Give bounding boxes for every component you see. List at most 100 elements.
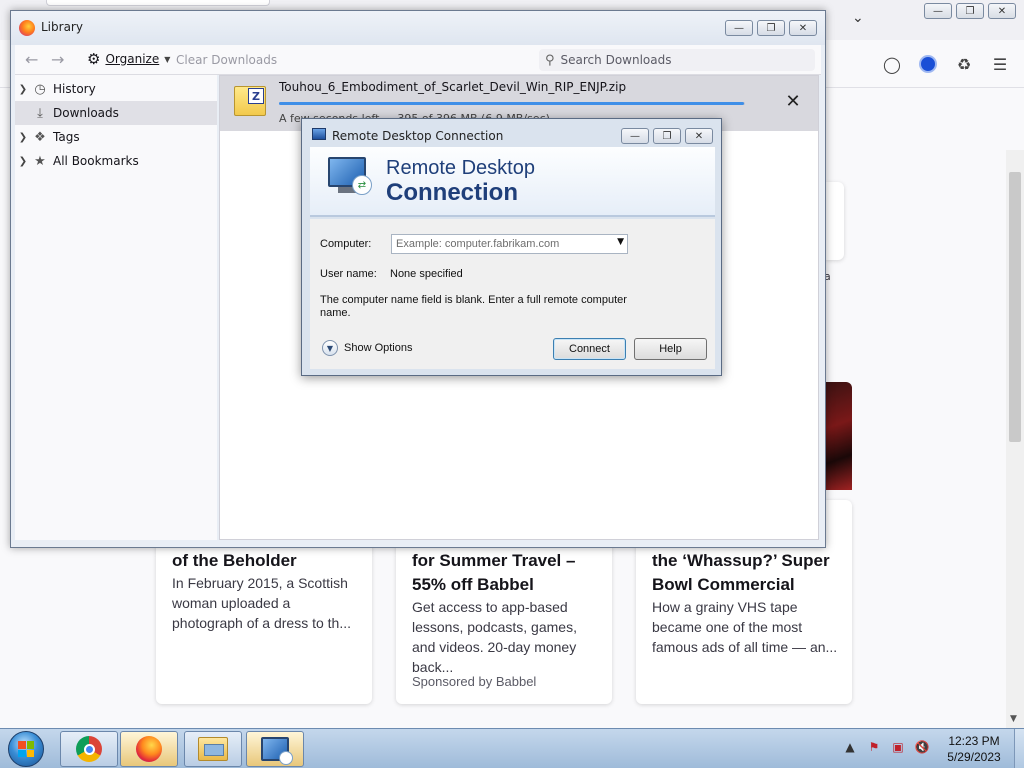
computer-combobox[interactable]: ▼ — [391, 234, 628, 254]
clear-downloads-button[interactable]: Clear Downloads — [176, 53, 277, 67]
star-icon: ★ — [34, 153, 46, 169]
start-button[interactable] — [8, 731, 44, 767]
zip-file-icon: Z — [234, 86, 266, 116]
chevron-down-icon: ▼ — [164, 54, 171, 64]
sidebar-item-downloads[interactable]: ⤓ Downloads — [15, 101, 217, 125]
story-excerpt: How a grainy VHS tape became one of the … — [652, 599, 838, 655]
sidebar-item-label: Downloads — [53, 106, 119, 120]
remote-desktop-icon — [312, 128, 326, 140]
show-hidden-icons-arrow-icon[interactable]: ▲ — [842, 739, 858, 755]
restore-button[interactable]: ❐ — [653, 128, 681, 144]
story-title: the ‘Whassup?’ Super Bowl Commercial — [652, 551, 830, 594]
tag-icon: ❖ — [34, 129, 46, 145]
taskbar-firefox[interactable] — [120, 731, 178, 767]
rdp-window-controls: — ❐ ✕ — [621, 128, 713, 144]
story-title: of the Beholder — [172, 551, 297, 570]
computer-label: Computer: — [320, 238, 372, 250]
minimize-button[interactable]: — — [924, 3, 952, 19]
expand-arrow-icon[interactable]: ❯ — [15, 132, 31, 143]
taskbar-clock[interactable]: 12:23 PM 5/29/2023 — [938, 733, 1010, 765]
clock-time: 12:23 PM — [948, 734, 1000, 748]
clock-icon: ◷ — [34, 81, 46, 97]
story-card-edge — [826, 182, 844, 260]
taskbar-remote-desktop[interactable] — [246, 731, 304, 767]
browser-tab[interactable] — [46, 0, 270, 6]
sidebar-item-label: All Bookmarks — [53, 154, 139, 168]
expand-chevron-icon: ▼ — [322, 340, 338, 356]
close-button[interactable]: ✕ — [685, 128, 713, 144]
organize-label: Organize — [105, 52, 160, 66]
show-desktop-button[interactable] — [1014, 729, 1024, 768]
help-button[interactable]: Help — [634, 338, 707, 360]
download-progress-bar — [279, 102, 745, 105]
connect-button[interactable]: Connect — [553, 338, 626, 360]
pocket-icon[interactable]: ◯ — [881, 53, 903, 75]
search-icon: ⚲ — [545, 52, 555, 68]
window-title: Library — [41, 20, 83, 34]
download-progress-fill — [279, 102, 744, 105]
browser-window-controls: — ❐ ✕ — [924, 3, 1016, 19]
search-input[interactable] — [560, 53, 791, 67]
window-title: Remote Desktop Connection — [332, 129, 504, 143]
library-window-controls: — ❐ ✕ — [725, 20, 817, 36]
taskbar-file-explorer[interactable] — [184, 731, 242, 767]
taskbar-chrome[interactable] — [60, 731, 118, 767]
remote-desktop-dialog: Remote Desktop Connection — ❐ ✕ ⇄ Remote… — [301, 118, 722, 376]
banner-title-line2: Connection — [386, 179, 518, 206]
scroll-down-arrow-icon[interactable]: ▼ — [1010, 714, 1017, 724]
username-value: None specified — [390, 268, 463, 280]
account-icon[interactable] — [917, 53, 939, 75]
volume-muted-icon[interactable]: 🔇 — [914, 739, 930, 755]
library-toolbar: ← → ⚙ Organize ▼ Clear Downloads ⚲ — [15, 45, 821, 75]
minimize-button[interactable]: — — [621, 128, 649, 144]
sidebar-item-label: History — [53, 82, 96, 96]
sidebar-item-tags[interactable]: ❯ ❖ Tags — [15, 125, 217, 149]
forward-arrow-icon[interactable]: → — [51, 50, 64, 69]
computer-input[interactable] — [396, 238, 604, 250]
search-downloads[interactable]: ⚲ — [539, 49, 815, 71]
menu-hamburger-icon[interactable]: ☰ — [989, 53, 1011, 75]
close-button[interactable]: ✕ — [988, 3, 1016, 19]
organize-menu-button[interactable]: ⚙ Organize ▼ — [87, 50, 171, 68]
sidebar-item-all-bookmarks[interactable]: ❯ ★ All Bookmarks — [15, 149, 217, 173]
taskbar: ▲ ⚑ ▣ 🔇 12:23 PM 5/29/2023 — [0, 728, 1024, 768]
system-tray: ▲ ⚑ ▣ 🔇 — [842, 739, 930, 755]
network-icon[interactable]: ▣ — [890, 739, 906, 755]
rdp-banner: ⇄ Remote Desktop Connection — [310, 147, 715, 217]
minimize-button[interactable]: — — [725, 20, 753, 36]
story-title: for Summer Travel – 55% off Babbel — [412, 551, 576, 594]
remote-desktop-monitor-icon: ⇄ — [328, 157, 372, 195]
download-filename: Touhou_6_Embodiment_of_Scarlet_Devil_Win… — [279, 80, 627, 94]
show-options-toggle[interactable]: ▼ Show Options — [322, 340, 412, 356]
extensions-icon[interactable]: ♻ — [953, 53, 975, 75]
banner-title-line1: Remote Desktop — [386, 157, 535, 179]
sponsor-label: Sponsored by Babbel — [412, 674, 537, 689]
expand-arrow-icon[interactable]: ❯ — [15, 156, 31, 167]
action-center-flag-icon[interactable]: ⚑ — [866, 739, 882, 755]
chevron-down-icon[interactable]: ▼ — [617, 237, 624, 247]
clock-date: 5/29/2023 — [947, 750, 1001, 764]
sidebar-item-history[interactable]: ❯ ◷ History — [15, 77, 217, 101]
gear-icon: ⚙ — [87, 50, 101, 68]
firefox-icon — [19, 20, 35, 36]
list-all-tabs-chevron-icon[interactable]: ⌄ — [852, 10, 864, 26]
close-button[interactable]: ✕ — [789, 20, 817, 36]
windows-logo-icon — [18, 741, 34, 757]
vertical-scrollbar[interactable]: ▼ — [1006, 150, 1024, 728]
restore-button[interactable]: ❐ — [956, 3, 984, 19]
sidebar-item-label: Tags — [53, 130, 80, 144]
library-titlebar[interactable]: Library — ❐ ✕ — [11, 11, 825, 45]
file-explorer-icon — [198, 737, 228, 761]
username-label: User name: — [320, 268, 377, 280]
restore-button[interactable]: ❐ — [757, 20, 785, 36]
back-arrow-icon[interactable]: ← — [25, 50, 38, 69]
story-photo — [824, 382, 852, 490]
library-sidebar: ❯ ◷ History ⤓ Downloads ❯ ❖ Tags ❯ ★ All… — [15, 75, 217, 540]
rdp-body: Computer: ▼ User name: None specified Th… — [310, 219, 715, 369]
scrollbar-thumb[interactable] — [1009, 172, 1021, 442]
cancel-download-icon[interactable]: ✕ — [782, 90, 804, 112]
remote-desktop-icon — [261, 737, 293, 765]
blank-name-message: The computer name field is blank. Enter … — [320, 294, 627, 319]
story-excerpt: Get access to app-based lessons, podcast… — [412, 599, 577, 675]
expand-arrow-icon[interactable]: ❯ — [15, 84, 31, 95]
